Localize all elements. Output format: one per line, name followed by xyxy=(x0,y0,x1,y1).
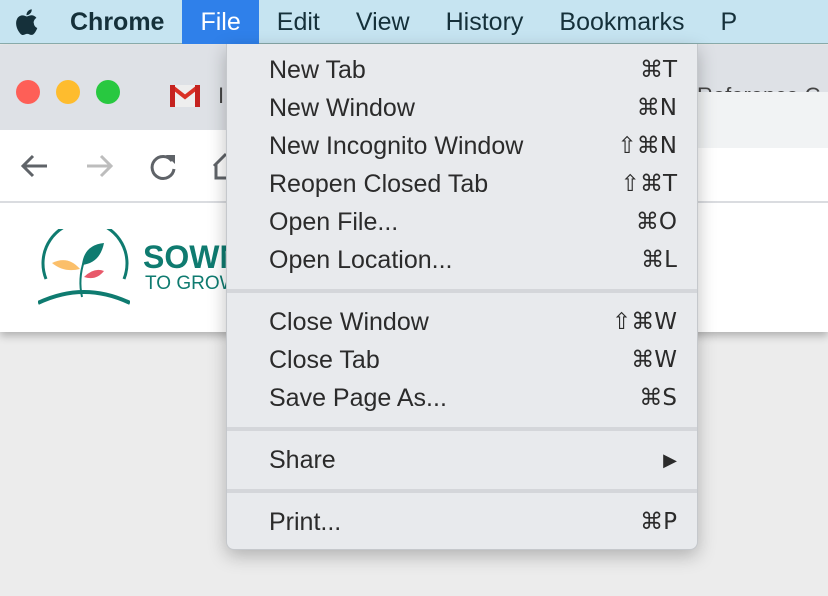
menu-item-new-window[interactable]: New Window ⌘N xyxy=(227,89,697,127)
menu-item-label: Close Window xyxy=(269,307,429,336)
menu-item-open-location[interactable]: Open Location... ⌘L xyxy=(227,241,697,279)
menu-item-save-page-as[interactable]: Save Page As... ⌘S xyxy=(227,379,697,417)
menu-item-label: New Incognito Window xyxy=(269,131,524,160)
menu-item-open-file[interactable]: Open File... ⌘O xyxy=(227,203,697,241)
menu-history[interactable]: History xyxy=(428,0,542,44)
forward-icon[interactable] xyxy=(84,152,114,180)
menu-chrome[interactable]: Chrome xyxy=(52,0,182,44)
close-window-button[interactable] xyxy=(16,80,40,104)
menu-item-label: Save Page As... xyxy=(269,383,447,412)
menu-bookmarks[interactable]: Bookmarks xyxy=(541,0,702,44)
menu-item-shortcut: ⌘T xyxy=(639,57,677,83)
menu-item-shortcut: ⌘L xyxy=(641,247,677,273)
tab-title: I xyxy=(218,83,225,108)
menu-separator xyxy=(227,489,697,493)
menu-file[interactable]: File xyxy=(182,0,259,44)
menu-item-close-window[interactable]: Close Window ⇧⌘W xyxy=(227,303,697,341)
back-icon[interactable] xyxy=(20,152,50,180)
file-menu: New Tab ⌘T New Window ⌘N New Incognito Windo… xyxy=(226,44,698,550)
menu-item-shortcut: ⌘O xyxy=(635,209,677,235)
menu-item-print[interactable]: Print... ⌘P xyxy=(227,503,697,541)
menu-item-shortcut: ⌘N xyxy=(636,95,677,121)
menu-item-shortcut: ⌘S xyxy=(639,385,677,411)
gmail-icon xyxy=(170,85,200,107)
menu-item-label: New Tab xyxy=(269,55,366,84)
menu-view[interactable]: View xyxy=(338,0,428,44)
menu-item-shortcut: ⇧⌘W xyxy=(611,309,677,335)
menu-item-label: Reopen Closed Tab xyxy=(269,169,489,198)
menu-bar: Chrome File Edit View History Bookmarks … xyxy=(0,0,828,44)
menu-item-shortcut: ⌘P xyxy=(640,509,677,535)
menu-separator xyxy=(227,289,697,293)
zoom-window-button[interactable] xyxy=(96,80,120,104)
menu-item-shortcut: ⌘W xyxy=(631,347,677,373)
menu-item-label: Open Location... xyxy=(269,245,453,274)
menu-item-close-tab[interactable]: Close Tab ⌘W xyxy=(227,341,697,379)
menu-item-reopen-closed-tab[interactable]: Reopen Closed Tab ⇧⌘T xyxy=(227,165,697,203)
menu-item-label: Close Tab xyxy=(269,345,380,374)
logo-subtitle: TO GROW xyxy=(145,273,238,294)
submenu-arrow-icon: ▶ xyxy=(663,449,677,471)
menu-item-new-incognito-window[interactable]: New Incognito Window ⇧⌘N xyxy=(227,127,697,165)
menu-edit[interactable]: Edit xyxy=(259,0,338,44)
menu-item-label: New Window xyxy=(269,93,415,122)
sown-to-grow-logo[interactable] xyxy=(38,229,130,305)
menu-item-share[interactable]: Share ▶ xyxy=(227,441,697,479)
tab-gmail[interactable]: I xyxy=(170,83,224,109)
minimize-window-button[interactable] xyxy=(56,80,80,104)
menu-item-shortcut: ⇧⌘T xyxy=(620,171,677,197)
menu-people[interactable]: P xyxy=(702,0,755,44)
menu-item-shortcut: ⇧⌘N xyxy=(617,133,677,159)
reload-icon[interactable] xyxy=(148,152,178,182)
apple-icon[interactable] xyxy=(0,0,52,44)
menu-separator xyxy=(227,427,697,431)
menu-item-new-tab[interactable]: New Tab ⌘T xyxy=(227,51,697,89)
menu-item-label: Share xyxy=(269,445,336,474)
menu-item-label: Print... xyxy=(269,507,342,536)
menu-item-label: Open File... xyxy=(269,207,399,236)
